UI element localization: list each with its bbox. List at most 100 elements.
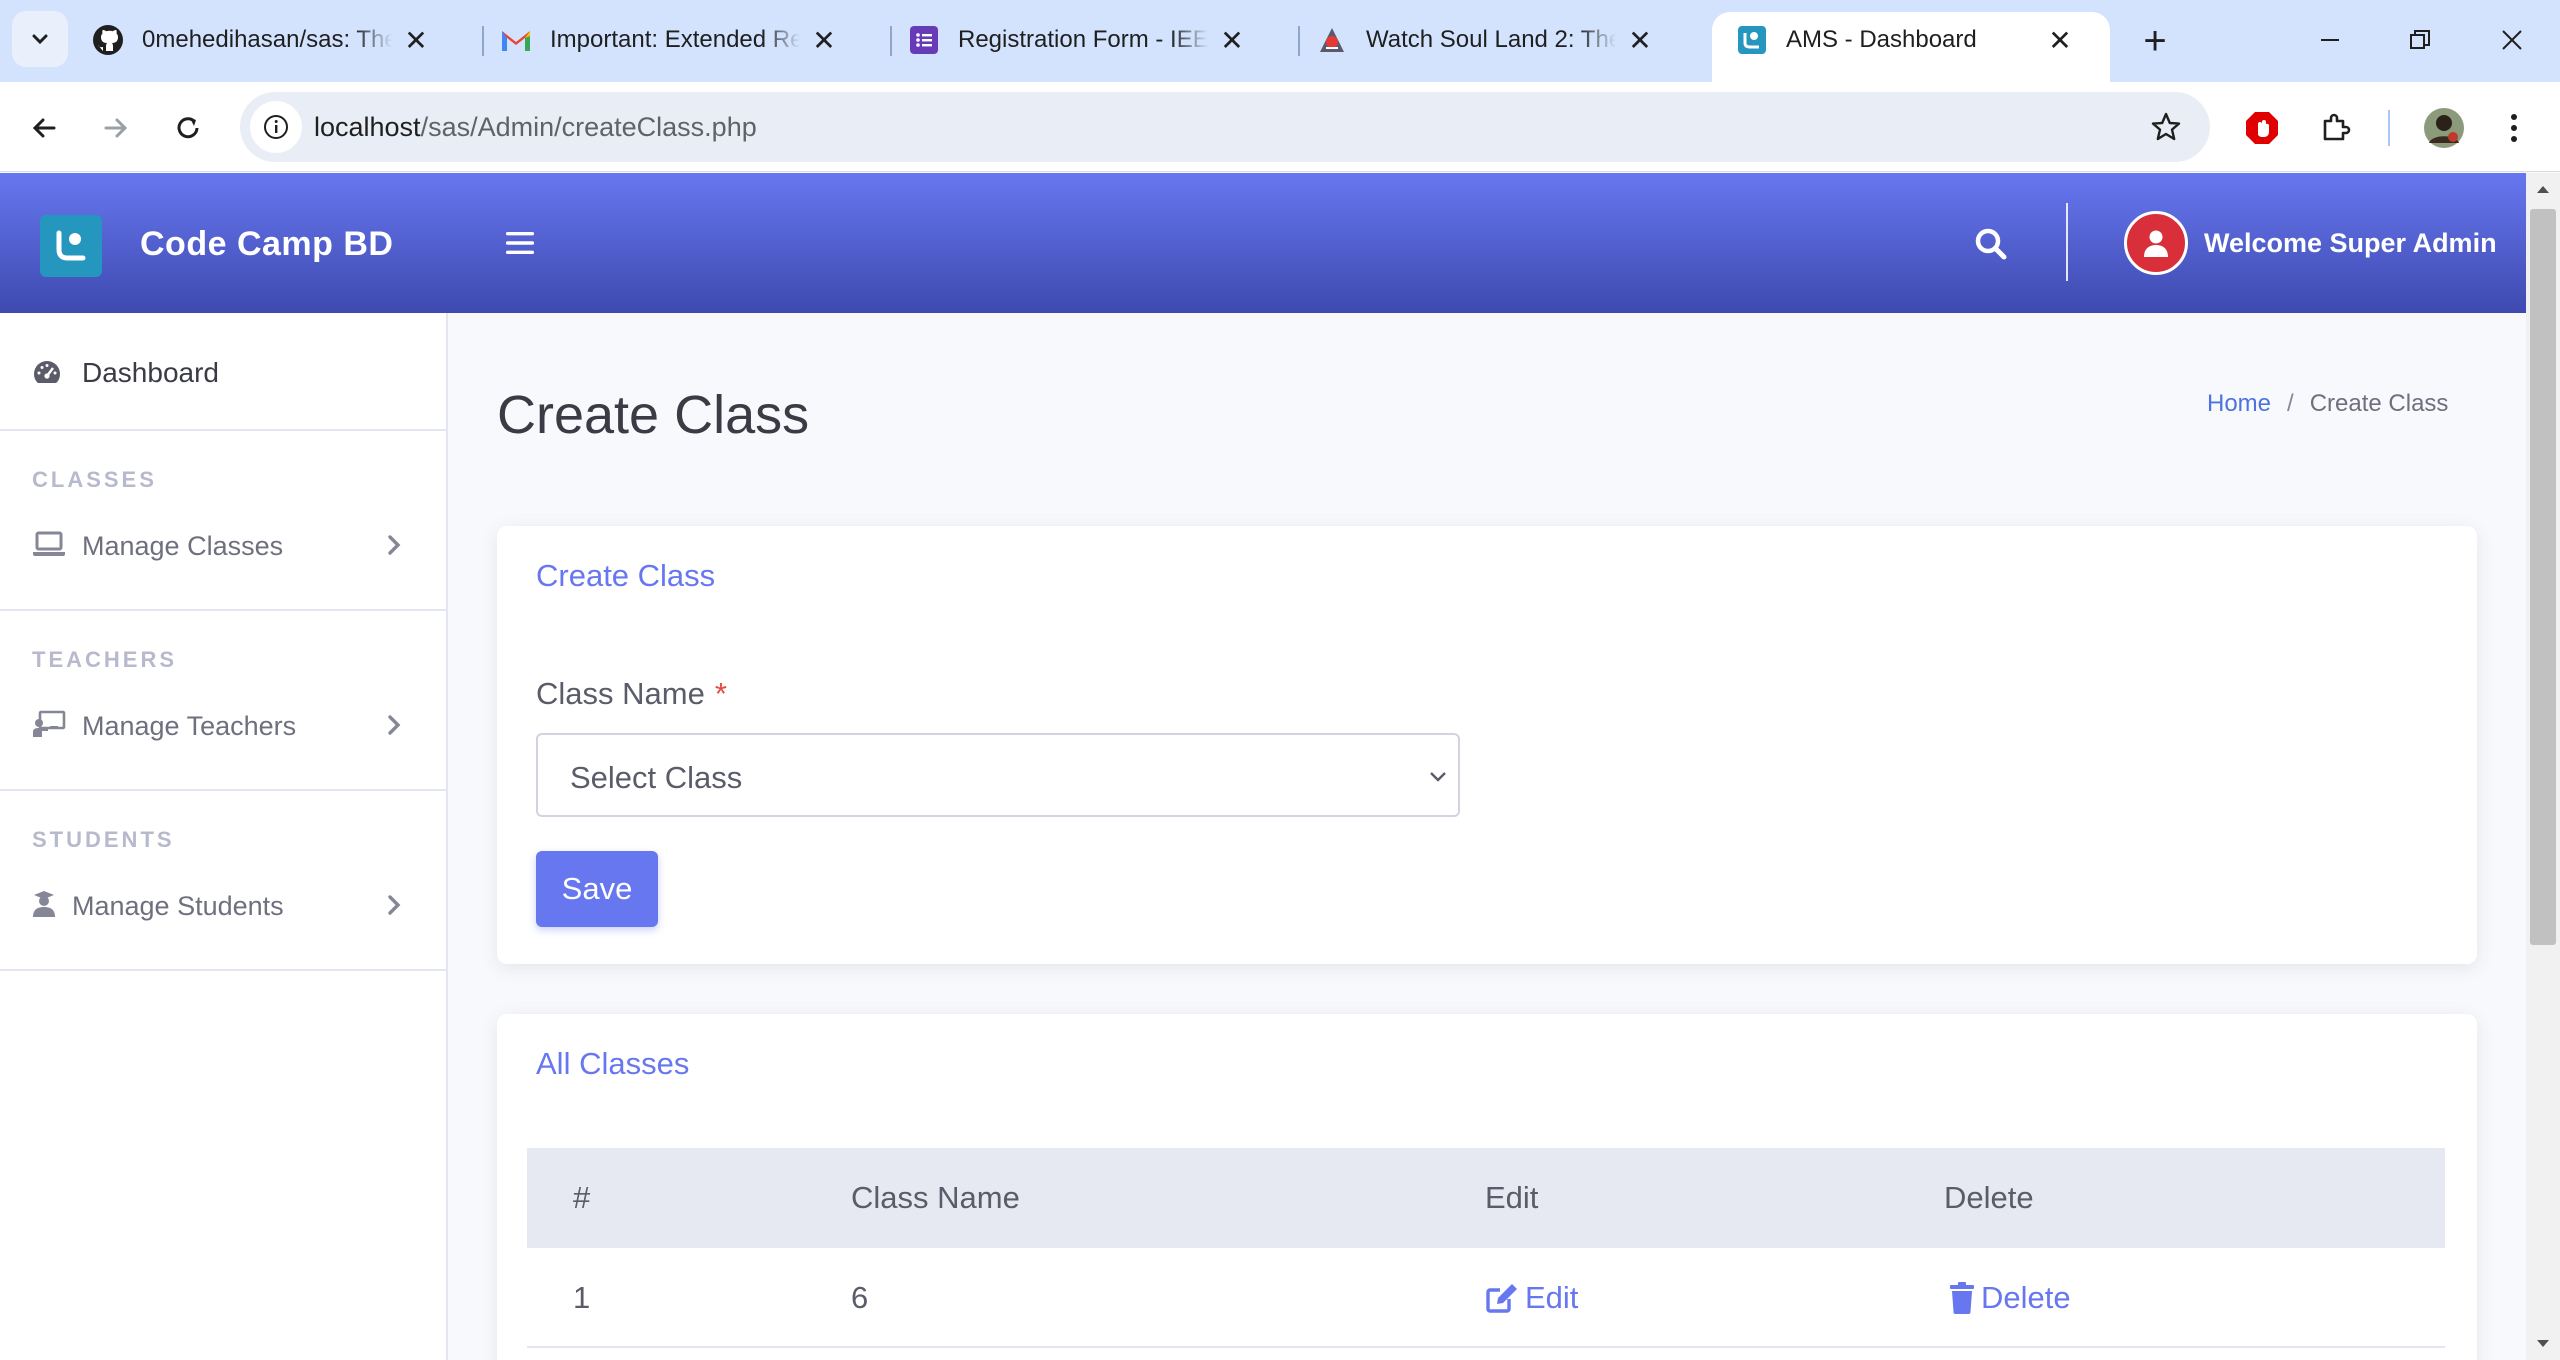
browser-tab-gmail[interactable]: Important: Extended Reg ✕ [476,12,840,68]
brand-name[interactable]: Code Camp BD [140,225,393,264]
restore-window-button[interactable] [2390,12,2450,68]
extensions-puzzle-icon[interactable] [2312,104,2360,152]
browser-tab-github[interactable]: 0mehedihasan/sas: The S ✕ [68,12,432,68]
card-title: Create Class [536,558,716,593]
anime-site-icon [1316,24,1348,56]
delete-link[interactable]: Delete [1949,1280,2071,1316]
tab-title: Watch Soul Land 2: The P [1366,26,1616,53]
column-header: Edit [1485,1180,1539,1215]
address-bar[interactable]: localhost/sas/Admin/createClass.php [240,92,2210,162]
laptop-icon [32,529,66,559]
breadcrumb: Home / Create Class [2207,390,2448,418]
user-avatar[interactable] [2124,211,2188,275]
required-marker: * [714,676,727,711]
row-class-name: 6 [851,1280,869,1315]
close-tab-icon[interactable]: ✕ [2044,24,2076,56]
sidebar-section-teachers: TEACHERS Manage Teachers [0,611,446,791]
profile-avatar[interactable] [2420,104,2468,152]
logo-icon [56,230,86,261]
row-number: 1 [573,1280,591,1315]
brand-logo[interactable] [40,215,102,277]
tab-title: Important: Extended Reg [550,26,800,53]
tab-title: 0mehedihasan/sas: The S [142,26,392,53]
trash-icon [1950,1282,1974,1314]
save-button[interactable]: Save [536,851,658,927]
class-name-label: Class Name * [536,676,727,712]
browser-toolbar: localhost/sas/Admin/createClass.php [0,82,2560,172]
back-button[interactable] [16,100,72,156]
browser-tab-forms[interactable]: Registration Form - IEEE C ✕ [884,12,1248,68]
info-icon [264,115,288,139]
table-header: # Class Name Edit Delete [527,1148,2445,1248]
github-icon [92,24,124,56]
gmail-icon [500,24,532,56]
edit-label: Edit [1525,1280,1579,1315]
minimize-window-button[interactable] [2300,12,2360,68]
delete-label: Delete [1981,1280,2071,1315]
forward-button[interactable] [88,100,144,156]
sidebar-item-manage-teachers[interactable]: Manage Teachers [0,697,446,753]
chevron-right-icon [382,711,406,739]
column-header: # [573,1180,591,1215]
select-value: Select Class [570,760,743,795]
tab-title: Registration Form - IEEE C [958,26,1208,53]
all-classes-card: All Classes # Class Name Edit Delete 1 6… [497,1014,2477,1360]
sidebar-item-manage-classes[interactable]: Manage Classes [0,517,446,573]
browser-tab-anime[interactable]: Watch Soul Land 2: The P ✕ [1292,12,1656,68]
scrollbar-thumb[interactable] [2530,209,2556,945]
header-search-button[interactable] [1970,223,2012,265]
sidebar-heading: STUDENTS [32,827,175,852]
edit-link[interactable]: Edit [1485,1280,1578,1316]
column-header: Class Name [851,1180,1020,1215]
hamburger-menu-icon [506,232,534,254]
header-divider [2066,203,2068,281]
url-path: /sas/Admin/createClass.php [420,112,757,142]
close-tab-icon[interactable]: ✕ [1216,24,1248,56]
class-name-select[interactable]: Select Class [536,733,1460,817]
sidebar-toggle-button[interactable] [500,223,540,263]
user-icon [2144,230,2168,257]
restore-icon [2410,30,2430,49]
edit-icon [1486,1284,1517,1313]
site-info-button[interactable] [250,101,302,153]
column-header: Delete [1944,1180,2034,1215]
url-host: localhost [314,112,421,142]
chalkboard-teacher-icon [32,709,66,739]
sidebar-item-label: Manage Teachers [82,711,297,741]
search-icon [1975,228,2007,260]
close-tab-icon[interactable]: ✕ [1624,24,1656,56]
close-tab-icon[interactable]: ✕ [808,24,840,56]
sidebar-item-label: Manage Students [72,891,284,921]
tab-search-button[interactable] [12,11,68,67]
create-class-card: Create Class Class Name * Select Class Sa… [497,526,2477,964]
browser-tab-ams-active[interactable]: AMS - Dashboard ✕ [1712,12,2110,82]
sidebar-heading: TEACHERS [32,647,178,672]
sidebar-item-manage-students[interactable]: Manage Students [0,877,446,933]
sidebar-item-dashboard[interactable]: Dashboard [0,313,446,431]
adblock-extension-icon[interactable] [2238,104,2286,152]
minimize-icon [2321,39,2339,41]
table-row: 1 6 Edit Delete [527,1248,2445,1348]
close-tab-icon[interactable]: ✕ [400,24,432,56]
toolbar-divider [2388,110,2390,146]
breadcrumb-home-link[interactable]: Home [2207,390,2271,418]
ams-icon [1736,24,1768,56]
scroll-down-arrow-icon[interactable] [2535,1336,2551,1352]
google-forms-icon [908,24,940,56]
breadcrumb-current: Create Class [2309,390,2449,417]
card-title: All Classes [536,1046,690,1081]
bookmark-star-icon[interactable] [2146,107,2186,147]
browser-menu-icon[interactable] [2490,104,2538,152]
sidebar-item-label: Dashboard [82,357,219,388]
page-scrollbar[interactable] [2526,173,2560,1360]
sidebar-section-students: STUDENTS Manage Students [0,791,446,971]
user-greeting[interactable]: Welcome Super Admin [2204,228,2497,259]
url-text[interactable]: localhost/sas/Admin/createClass.php [314,112,757,143]
close-window-button[interactable] [2482,12,2542,68]
sidebar-item-label: Manage Classes [82,531,284,561]
scroll-up-arrow-icon[interactable] [2535,181,2551,197]
chevron-right-icon [382,531,406,559]
label-text: Class Name [536,676,705,711]
reload-button[interactable] [160,100,216,156]
new-tab-button[interactable]: + [2130,16,2180,66]
